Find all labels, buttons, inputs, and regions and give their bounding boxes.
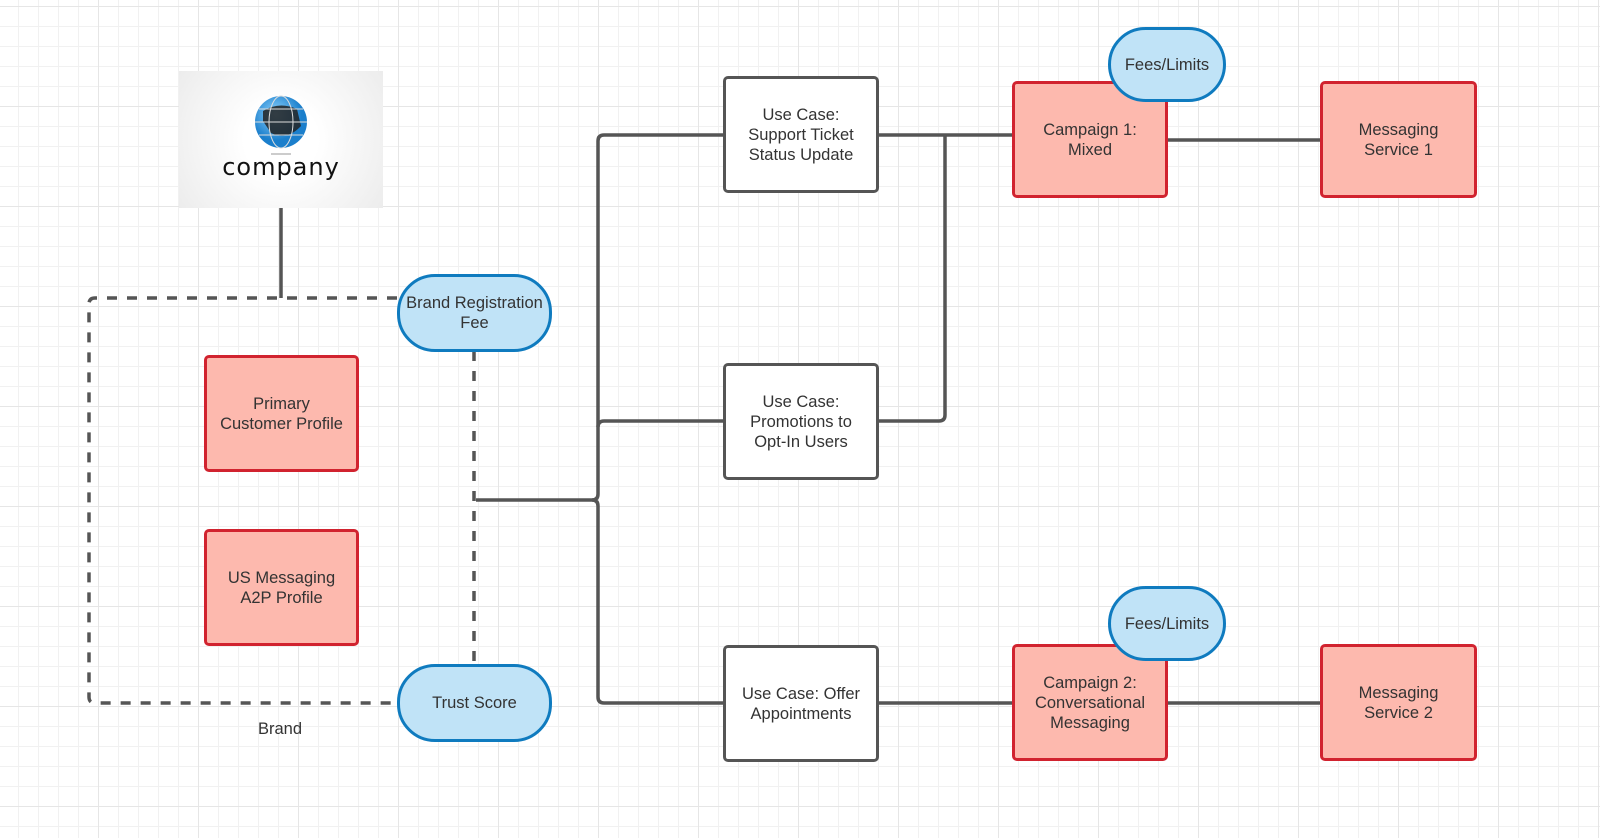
fees-limits-1[interactable]: Fees/Limits [1108, 27, 1226, 102]
campaign-2[interactable]: Campaign 2: Conversational Messaging [1012, 644, 1168, 761]
company-logo: company [179, 71, 383, 208]
use-case-promotions[interactable]: Use Case: Promotions to Opt-In Users [723, 363, 879, 480]
brand-group-label: Brand [258, 720, 303, 738]
trunk-lower-connector [591, 498, 724, 705]
trust-score[interactable]: Trust Score [397, 664, 552, 742]
use-case-appointments[interactable]: Use Case: Offer Appointments [723, 645, 879, 762]
globe-icon [255, 95, 307, 155]
primary-customer-profile[interactable]: Primary Customer Profile [204, 355, 359, 472]
fees-limits-2[interactable]: Fees/Limits [1108, 586, 1226, 661]
usecase2-to-campaign1 [878, 135, 947, 423]
us-messaging-a2p-profile[interactable]: US Messaging A2P Profile [204, 529, 359, 646]
use-case-support-ticket[interactable]: Use Case: Support Ticket Status Update [723, 76, 879, 193]
messaging-service-1[interactable]: Messaging Service 1 [1320, 81, 1477, 198]
brand-registration-fee[interactable]: Brand Registration Fee [397, 274, 552, 352]
messaging-service-2[interactable]: Messaging Service 2 [1320, 644, 1477, 761]
logo-text: company [222, 153, 340, 181]
trunk-mid-connector [596, 419, 724, 428]
